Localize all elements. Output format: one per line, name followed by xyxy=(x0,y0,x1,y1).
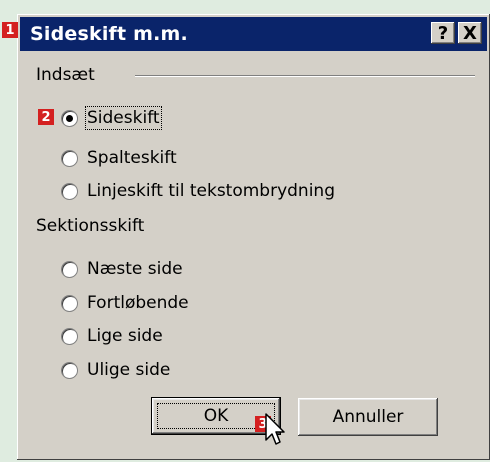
cancel-button[interactable]: Annuller xyxy=(298,398,438,436)
radio-label: Ulige side xyxy=(87,360,171,380)
annotation-marker-1: 1 xyxy=(2,22,18,38)
dialog-title: Sideskift m.m. xyxy=(30,23,188,45)
radio-button[interactable] xyxy=(61,260,78,278)
radio-text-wrapping-break[interactable]: Linjeskift til tekstombrydning xyxy=(61,179,335,203)
cancel-button-label: Annuller xyxy=(332,407,404,427)
radio-label: Fortløbende xyxy=(87,293,189,313)
radio-label: Linjeskift til tekstombrydning xyxy=(87,181,335,201)
radio-label: Sideskift xyxy=(85,106,162,130)
radio-button-checked[interactable] xyxy=(61,109,78,127)
radio-label: Næste side xyxy=(87,259,183,279)
radio-next-page[interactable]: Næste side xyxy=(61,257,183,281)
radio-button[interactable] xyxy=(61,327,78,345)
radio-continuous[interactable]: Fortløbende xyxy=(61,291,189,315)
section-break-group-label: Sektionsskift xyxy=(36,216,145,236)
close-button[interactable]: X xyxy=(458,22,482,44)
radio-button[interactable] xyxy=(61,149,78,167)
radio-odd-page[interactable]: Ulige side xyxy=(61,358,170,382)
title-bar[interactable]: Sideskift m.m. ? X xyxy=(20,17,487,51)
radio-label: Spalteskift xyxy=(87,148,177,168)
insert-group-divider xyxy=(135,75,475,77)
radio-button[interactable] xyxy=(61,182,78,200)
page-break-dialog: Sideskift m.m. ? X Indsæt Sideskift Spal… xyxy=(17,14,490,460)
mouse-cursor-icon xyxy=(265,413,285,445)
annotation-marker-2: 2 xyxy=(38,109,54,125)
radio-even-page[interactable]: Lige side xyxy=(61,324,163,348)
radio-button[interactable] xyxy=(61,294,78,312)
radio-button[interactable] xyxy=(61,361,78,379)
radio-column-break[interactable]: Spalteskift xyxy=(61,146,177,170)
radio-page-break[interactable]: Sideskift xyxy=(61,106,162,130)
insert-group-label: Indsæt xyxy=(36,65,95,85)
help-button[interactable]: ? xyxy=(431,22,455,44)
radio-label: Lige side xyxy=(87,326,163,346)
